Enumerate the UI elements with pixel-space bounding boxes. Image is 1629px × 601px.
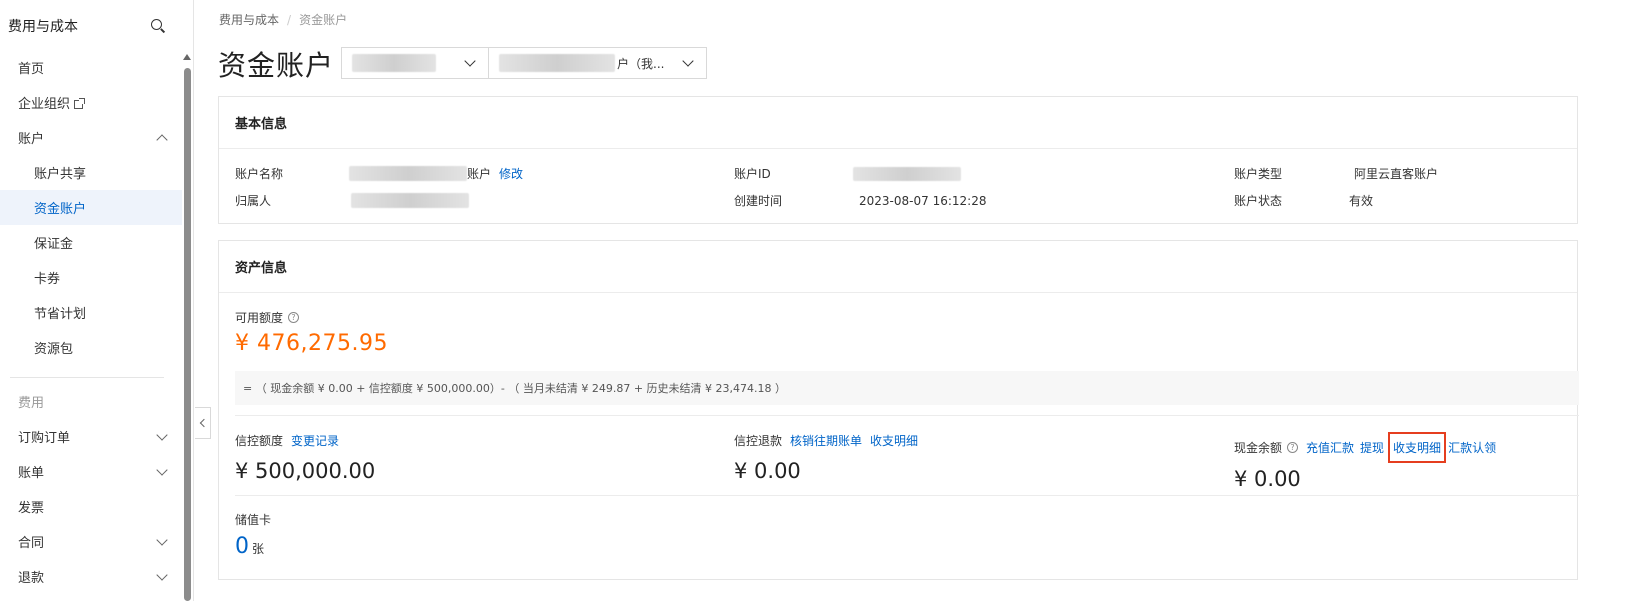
sidebar-item-invoice[interactable]: 发票 (0, 489, 182, 524)
sidebar-item-account[interactable]: 账户 (0, 120, 182, 155)
chevron-down-icon (156, 533, 168, 546)
redacted-value (351, 193, 470, 208)
main-content: 费用与成本 / 资金账户 资金账户 户（我... 基本信息 账户名称 账户 修改 归… (195, 0, 1629, 601)
write-off-bills-link[interactable]: 核销往期账单 (790, 432, 862, 449)
sidebar-item-savings-plan[interactable]: 节省计划 (0, 295, 182, 330)
account-type-row: 账户类型 阿里云直客账户 (1234, 167, 1439, 181)
basic-info-title: 基本信息 (219, 97, 1577, 149)
asset-info-card: 资产信息 可用额度 ? ¥ 476,275.95 = （ 现金余额 ¥ 0.00… (218, 240, 1579, 580)
credit-limit-section: 信控额度 变更记录 ¥ 500,000.00 (235, 432, 376, 483)
redacted-value (852, 166, 961, 181)
owner-row: 归属人 (235, 192, 470, 209)
cash-transaction-details-link[interactable]: 收支明细 (1388, 432, 1447, 463)
sidebar-header: 费用与成本 (0, 0, 193, 52)
account-name-row: 账户名称 账户 修改 (235, 165, 524, 182)
sidebar: 费用与成本 首页 企业组织 账户 账户共享 资金账户 保证金 卡券 节省计划 资… (0, 0, 194, 601)
scroll-up-arrow-icon[interactable] (183, 54, 191, 60)
breadcrumb-root[interactable]: 费用与成本 (219, 13, 279, 27)
sidebar-item-bills[interactable]: 账单 (0, 454, 182, 489)
sidebar-title: 费用与成本 (8, 19, 78, 35)
available-credit-label: 可用额度 ? (235, 309, 300, 326)
sidebar-item-orders[interactable]: 订购订单 (0, 419, 182, 454)
account-id-row: 账户ID (734, 165, 961, 182)
sidebar-item-contract[interactable]: 合同 (0, 524, 182, 559)
divider (235, 495, 1579, 496)
help-icon[interactable]: ? (288, 312, 300, 323)
available-amount: ¥ 476,275.95 (235, 331, 388, 356)
account-select-1[interactable] (342, 48, 489, 78)
chevron-down-icon (156, 463, 168, 476)
account-select-2[interactable]: 户（我... (489, 48, 706, 78)
sidebar-divider (10, 377, 164, 378)
recharge-link[interactable]: 充值汇款 (1306, 439, 1354, 456)
remittance-claim-link[interactable]: 汇款认领 (1448, 439, 1496, 456)
credit-refund-section: 信控退款 核销往期账单 收支明细 ¥ 0.00 (734, 432, 919, 483)
sidebar-item-coupons[interactable]: 卡券 (0, 260, 182, 295)
redacted-value (499, 54, 615, 72)
balance-formula: = （ 现金余额 ¥ 0.00 + 信控额度 ¥ 500,000.00）- （ … (235, 371, 1579, 405)
sidebar-group-expenses: 费用 (18, 396, 45, 411)
account-status-row: 账户状态 有效 (1234, 194, 1374, 208)
account-selectors: 户（我... (341, 47, 707, 79)
credit-refund-amount: ¥ 0.00 (734, 459, 801, 483)
redacted-value (349, 166, 468, 181)
chevron-down-icon (682, 55, 694, 67)
chevron-down-icon (156, 568, 168, 581)
chevron-down-icon (464, 55, 476, 67)
created-time-row: 创建时间 2023-08-07 16:12:28 (734, 193, 987, 209)
external-link-icon (74, 98, 86, 109)
help-icon[interactable]: ? (1287, 442, 1299, 453)
search-icon[interactable] (151, 19, 165, 33)
breadcrumb: 费用与成本 / 资金账户 (219, 13, 348, 27)
sidebar-scrollbar[interactable] (183, 54, 192, 601)
sidebar-item-organization[interactable]: 企业组织 (0, 85, 182, 120)
withdraw-link[interactable]: 提现 (1360, 439, 1384, 456)
scrollbar-thumb[interactable] (184, 68, 191, 601)
credit-limit-amount: ¥ 500,000.00 (235, 459, 376, 483)
modify-link[interactable]: 修改 (499, 165, 523, 182)
divider (235, 415, 1579, 416)
stored-card-count: 0 张 (235, 534, 265, 559)
page-title: 资金账户 (218, 49, 335, 82)
redacted-value (352, 54, 436, 72)
asset-info-title: 资产信息 (219, 241, 1577, 293)
basic-info-card: 基本信息 账户名称 账户 修改 归属人 账户ID 创建时间 2023-08-07… (218, 96, 1578, 224)
sidebar-item-account-sharing[interactable]: 账户共享 (0, 155, 182, 190)
sidebar-item-deposit[interactable]: 保证金 (0, 225, 182, 260)
sidebar-item-fund-account[interactable]: 资金账户 (0, 190, 182, 225)
breadcrumb-current: 资金账户 (299, 13, 348, 27)
transaction-details-link[interactable]: 收支明细 (870, 432, 918, 449)
sidebar-menu: 首页 企业组织 账户 账户共享 资金账户 保证金 卡券 节省计划 资源包 费用 … (0, 50, 182, 594)
cash-balance-amount: ¥ 0.00 (1234, 467, 1301, 491)
sidebar-item-home[interactable]: 首页 (0, 50, 182, 85)
sidebar-item-refund[interactable]: 退款 (0, 559, 182, 594)
stored-card-label: 储值卡 (235, 513, 272, 527)
chevron-up-icon (156, 133, 168, 146)
sidebar-item-resource-package[interactable]: 资源包 (0, 330, 182, 365)
cash-balance-section: 现金余额 ? 充值汇款 提现 收支明细 汇款认领 ¥ 0.00 (1234, 432, 1496, 491)
chevron-down-icon (156, 428, 168, 441)
change-log-link[interactable]: 变更记录 (291, 432, 339, 449)
